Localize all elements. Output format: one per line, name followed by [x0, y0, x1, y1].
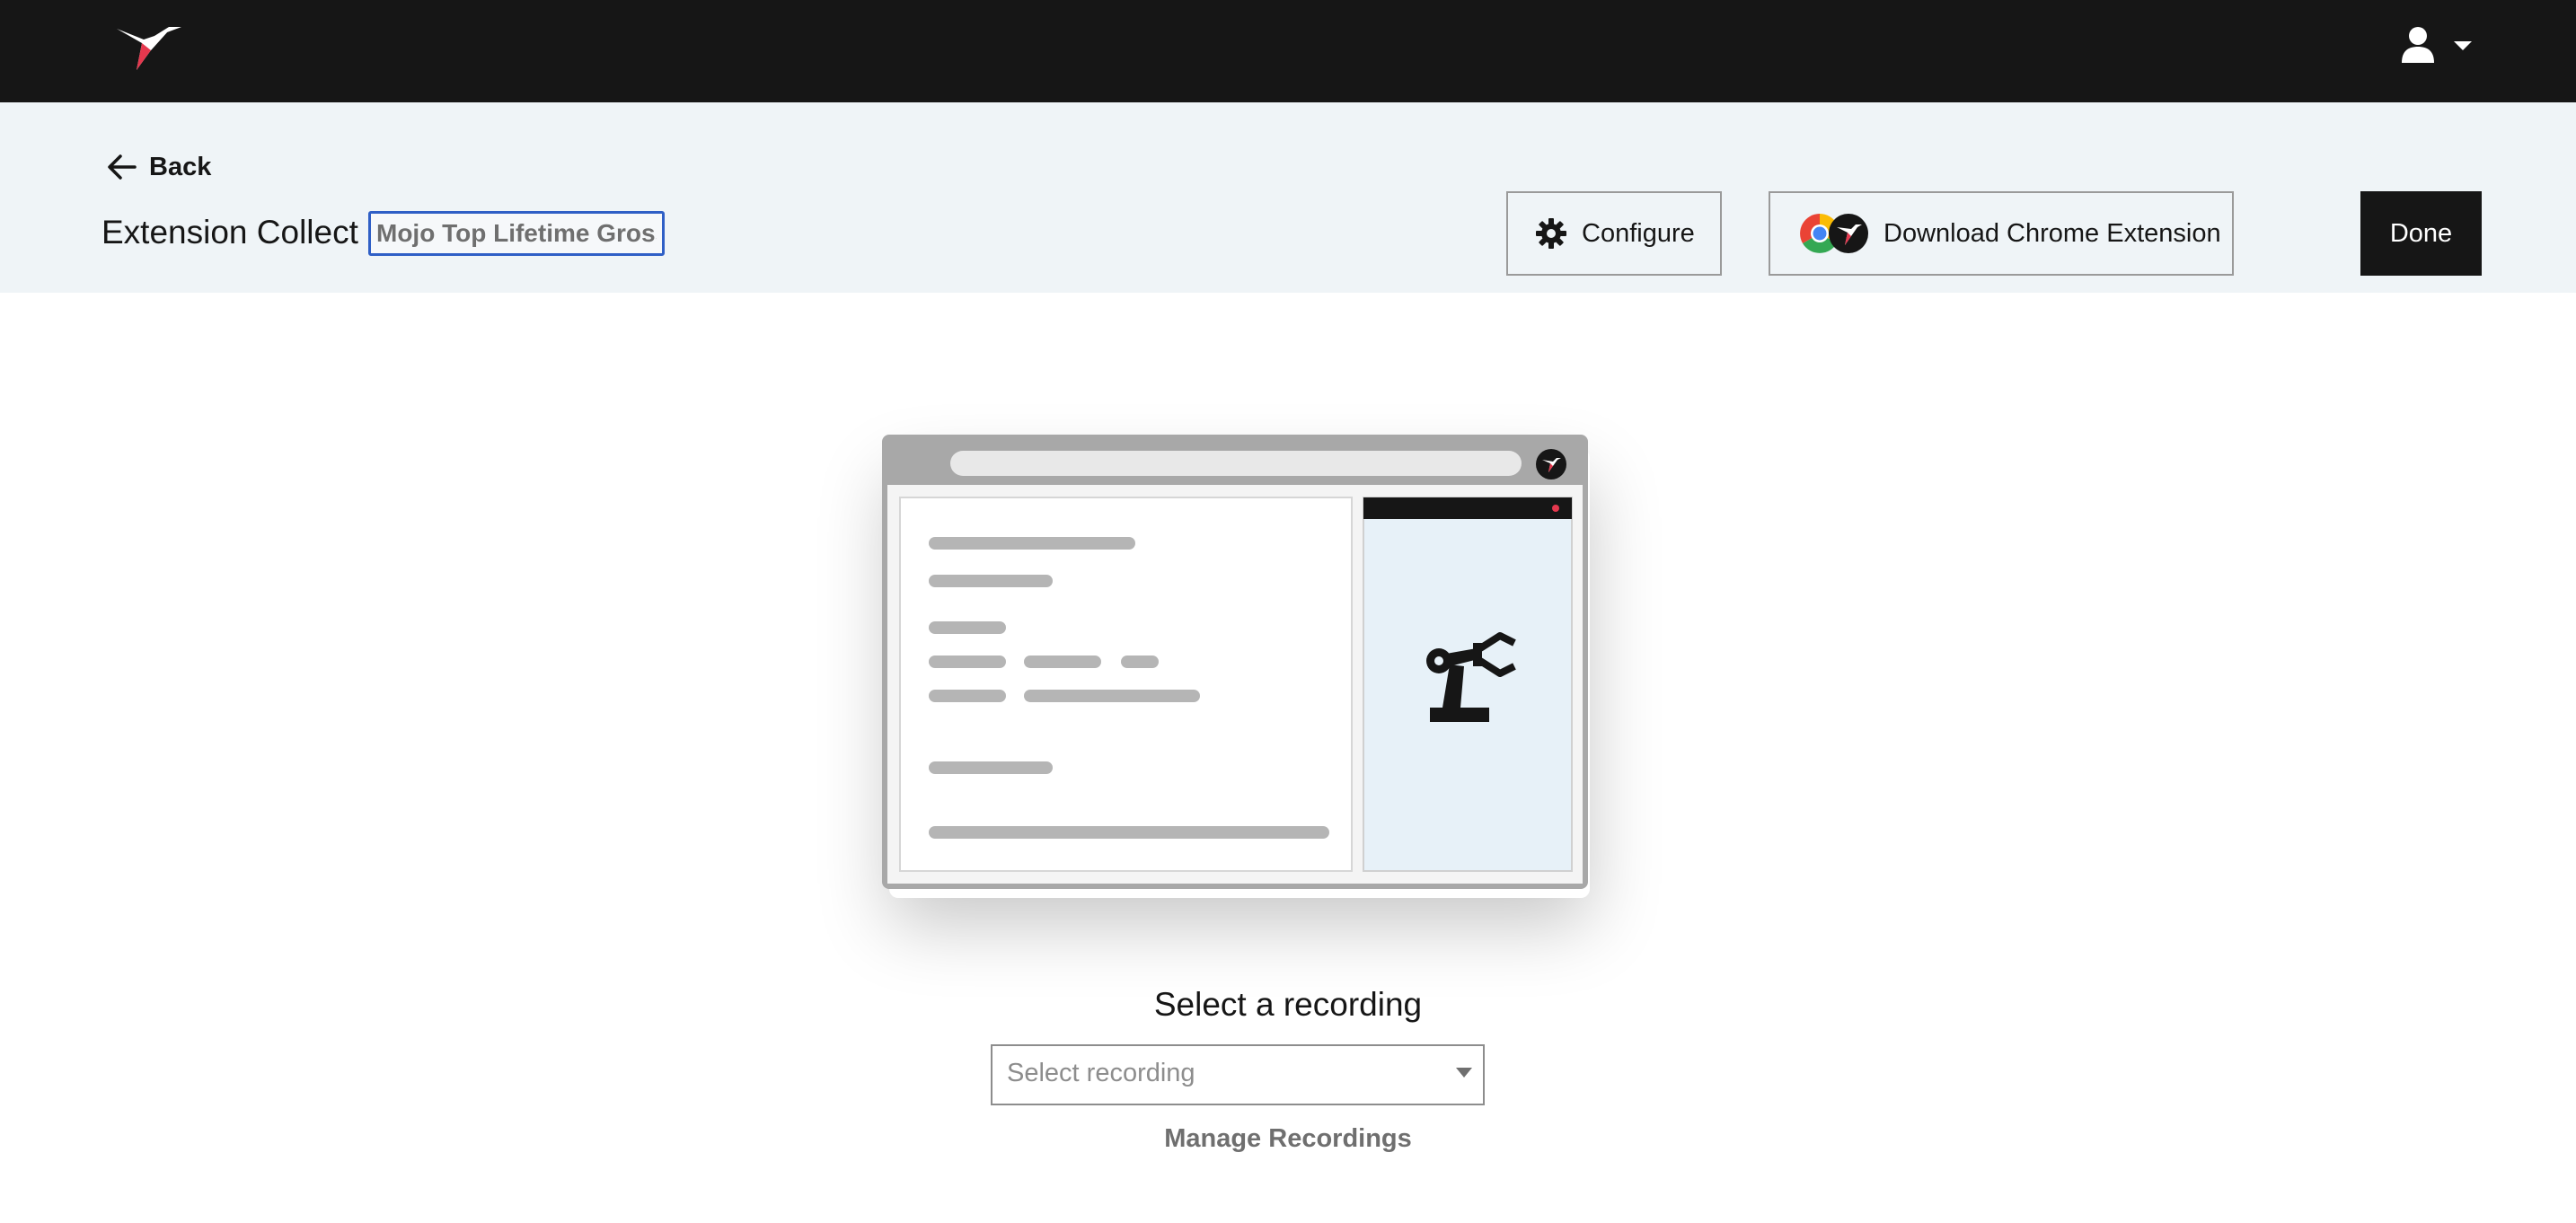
manage-recordings-wrapper: Manage Recordings	[0, 1124, 2576, 1154]
collection-name-input[interactable]	[368, 211, 665, 256]
hummingbird-logo-icon[interactable]	[115, 20, 183, 75]
select-recording-heading: Select a recording	[1153, 986, 1423, 1023]
done-button[interactable]: Done	[2360, 191, 2482, 276]
back-link[interactable]: Back	[104, 149, 211, 185]
browser-extension-illustration	[882, 435, 1588, 889]
arrow-left-icon	[108, 154, 137, 180]
download-chrome-extension-label: Download Chrome Extension	[1883, 218, 2221, 248]
back-label: Back	[149, 152, 212, 181]
hummingbird-badge-icon	[1829, 214, 1868, 253]
caret-down-icon	[2454, 41, 2472, 50]
recording-select[interactable]: Select recording	[991, 1044, 1485, 1105]
configure-button[interactable]: Configure	[1506, 191, 1722, 276]
recording-select-placeholder: Select recording	[1007, 1059, 1195, 1087]
manage-recordings-link[interactable]: Manage Recordings	[1164, 1124, 1412, 1153]
top-nav-bar	[0, 0, 2576, 102]
user-icon	[2402, 27, 2434, 63]
chrome-extension-icons	[1799, 213, 1871, 254]
download-chrome-extension-button[interactable]: Download Chrome Extension	[1769, 191, 2234, 276]
caret-down-icon	[1456, 1068, 1472, 1078]
configure-label: Configure	[1582, 218, 1695, 248]
user-menu[interactable]	[2400, 25, 2475, 66]
gear-icon	[1536, 218, 1566, 249]
page-title: Extension Collect	[101, 214, 358, 251]
